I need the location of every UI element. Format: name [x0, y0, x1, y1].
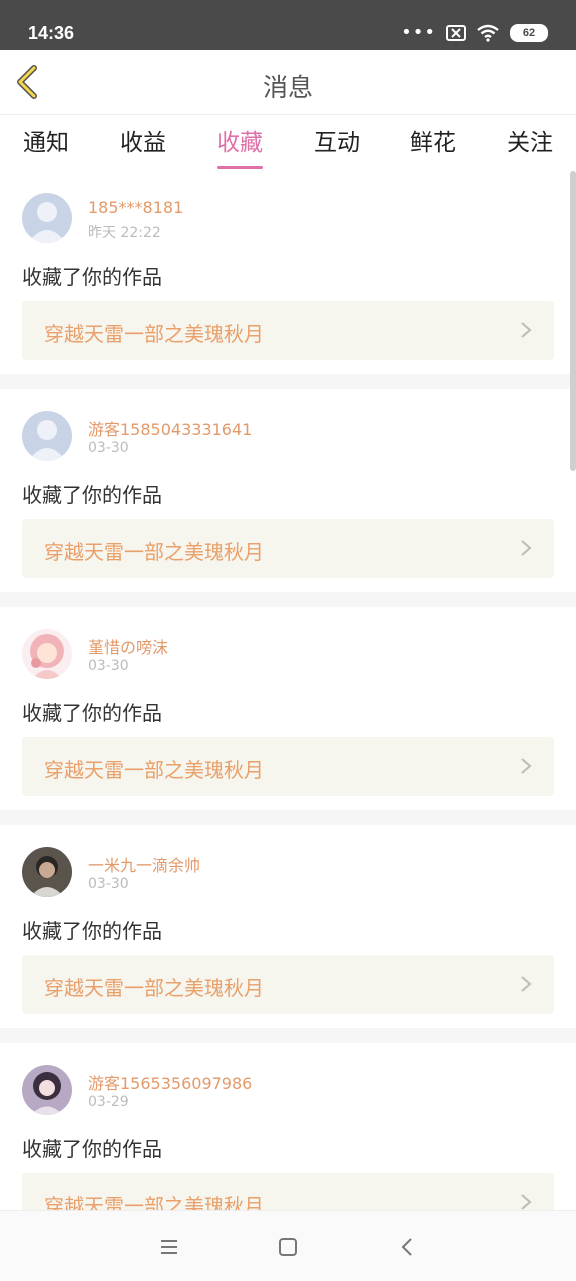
work-link[interactable]: 穿越天雷一部之美瑰秋月 [22, 737, 554, 796]
avatar[interactable] [22, 629, 72, 679]
work-title: 穿越天雷一部之美瑰秋月 [44, 976, 264, 1000]
username[interactable]: 游客1565356097986 [88, 1070, 252, 1094]
username[interactable]: 185***8181 [88, 198, 183, 217]
default-avatar-icon [22, 411, 72, 461]
chevron-right-icon [521, 322, 532, 338]
title-bar: 消息 [0, 50, 576, 115]
tab-favorites[interactable]: 收藏 [217, 123, 263, 169]
work-link[interactable]: 穿越天雷一部之美瑰秋月 [22, 1173, 554, 1210]
active-tab-indicator [217, 166, 263, 169]
work-title: 穿越天雷一部之美瑰秋月 [44, 322, 264, 346]
status-icons: ••• 62 [401, 24, 548, 42]
list-item: 185***8181 昨天 22:22 收藏了你的作品 穿越天雷一部之美瑰秋月 [0, 171, 576, 374]
user-photo-icon [22, 847, 72, 897]
notification-muted-icon [446, 25, 466, 41]
timestamp: 03-30 [88, 876, 129, 892]
avatar[interactable] [22, 847, 72, 897]
divider [0, 374, 576, 389]
divider [0, 592, 576, 607]
list-item: 游客1565356097986 03-29 收藏了你的作品 穿越天雷一部之美瑰秋… [0, 1043, 576, 1210]
username[interactable]: 一米九一滴余帅 [88, 852, 200, 876]
divider [0, 1028, 576, 1043]
status-time: 14:36 [28, 23, 75, 43]
status-bar: 14:36 ••• 62 [0, 0, 576, 50]
chevron-right-icon [521, 540, 532, 556]
more-dots-icon: ••• [401, 22, 436, 43]
work-title: 穿越天雷一部之美瑰秋月 [44, 1194, 264, 1210]
battery-indicator: 62 [510, 24, 548, 42]
menu-icon[interactable] [157, 1235, 181, 1259]
tab-bar: 通知 收益 收藏 互动 鲜花 关注 [0, 115, 576, 171]
tab-notifications[interactable]: 通知 [23, 123, 69, 157]
username[interactable]: 堇惜の嗙沫 [88, 634, 168, 658]
work-link[interactable]: 穿越天雷一部之美瑰秋月 [22, 519, 554, 578]
tab-flowers[interactable]: 鲜花 [410, 123, 456, 157]
user-photo-icon [22, 629, 72, 679]
work-title: 穿越天雷一部之美瑰秋月 [44, 540, 264, 564]
divider [0, 810, 576, 825]
timestamp: 昨天 22:22 [88, 225, 161, 241]
chevron-right-icon [521, 1194, 532, 1210]
back-icon[interactable] [396, 1235, 420, 1259]
action-text: 收藏了你的作品 [22, 1137, 162, 1161]
system-nav-bar [0, 1210, 576, 1281]
user-photo-icon [22, 1065, 72, 1115]
chevron-right-icon [521, 758, 532, 774]
wifi-icon [477, 24, 499, 42]
list-item: 一米九一滴余帅 03-30 收藏了你的作品 穿越天雷一部之美瑰秋月 [0, 825, 576, 1028]
page-title: 消息 [262, 73, 313, 102]
tab-earnings[interactable]: 收益 [120, 123, 166, 157]
action-text: 收藏了你的作品 [22, 483, 162, 507]
avatar[interactable] [22, 411, 72, 461]
timestamp: 03-30 [88, 658, 129, 674]
favorites-feed[interactable]: 185***8181 昨天 22:22 收藏了你的作品 穿越天雷一部之美瑰秋月 … [0, 171, 576, 1210]
action-text: 收藏了你的作品 [22, 701, 162, 725]
work-link[interactable]: 穿越天雷一部之美瑰秋月 [22, 955, 554, 1014]
action-text: 收藏了你的作品 [22, 919, 162, 943]
chevron-right-icon [521, 976, 532, 992]
tab-interactions[interactable]: 互动 [314, 123, 360, 157]
timestamp: 03-29 [88, 1094, 129, 1110]
tab-follows[interactable]: 关注 [507, 123, 553, 157]
timestamp: 03-30 [88, 440, 129, 456]
list-item: 堇惜の嗙沫 03-30 收藏了你的作品 穿越天雷一部之美瑰秋月 [0, 607, 576, 810]
work-link[interactable]: 穿越天雷一部之美瑰秋月 [22, 301, 554, 360]
avatar[interactable] [22, 193, 72, 243]
home-icon[interactable] [276, 1235, 300, 1259]
avatar[interactable] [22, 1065, 72, 1115]
work-title: 穿越天雷一部之美瑰秋月 [44, 758, 264, 782]
list-item: 游客1585043331641 03-30 收藏了你的作品 穿越天雷一部之美瑰秋… [0, 389, 576, 592]
action-text: 收藏了你的作品 [22, 265, 162, 289]
default-avatar-icon [22, 193, 72, 243]
username[interactable]: 游客1585043331641 [88, 416, 252, 440]
scrollbar[interactable] [570, 171, 576, 471]
